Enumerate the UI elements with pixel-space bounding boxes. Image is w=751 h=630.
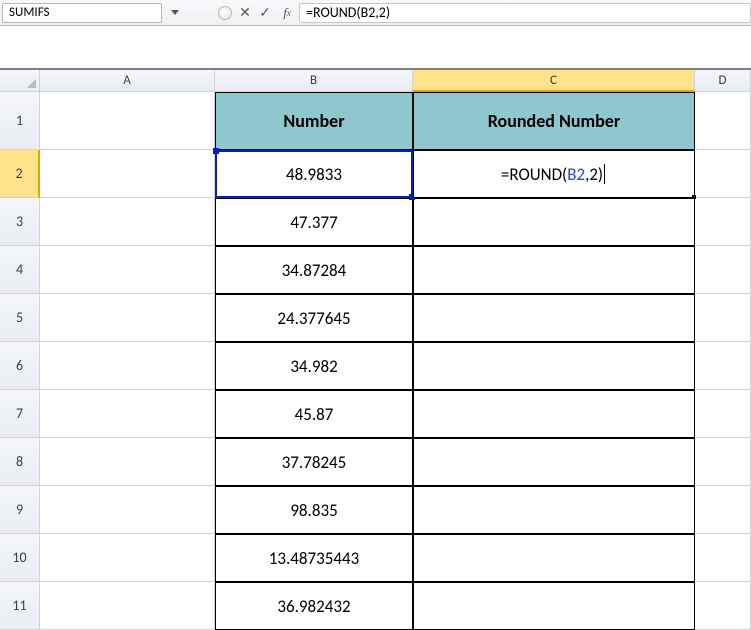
cell-C10[interactable]: [413, 534, 695, 582]
cell-B2[interactable]: 48.9833: [215, 150, 413, 198]
cell-A10[interactable]: [40, 534, 215, 582]
row-header-1[interactable]: 1: [0, 92, 40, 150]
cell-A4[interactable]: [40, 246, 215, 294]
cell-C6[interactable]: [413, 342, 695, 390]
cell-D9[interactable]: [695, 486, 751, 534]
formula-suffix: ,2): [585, 164, 603, 185]
row-header-5[interactable]: 5: [0, 294, 40, 342]
cell-C9[interactable]: [413, 486, 695, 534]
spreadsheet-grid[interactable]: A B C D 1 Number Rounded Number 2 48.983…: [0, 70, 751, 630]
cell-A2[interactable]: [40, 150, 215, 198]
range-selector-icon[interactable]: [218, 6, 232, 20]
cell-A8[interactable]: [40, 438, 215, 486]
cell-B10[interactable]: 13.48735443: [215, 534, 413, 582]
col-header-C[interactable]: C: [413, 70, 695, 92]
cell-C11[interactable]: [413, 582, 695, 630]
row-header-11[interactable]: 11: [0, 582, 40, 630]
cell-D5[interactable]: [695, 294, 751, 342]
row-header-3[interactable]: 3: [0, 198, 40, 246]
cell-A5[interactable]: [40, 294, 215, 342]
cell-B9[interactable]: 98.835: [215, 486, 413, 534]
cell-D4[interactable]: [695, 246, 751, 294]
row-header-4[interactable]: 4: [0, 246, 40, 294]
cell-A11[interactable]: [40, 582, 215, 630]
cell-C4[interactable]: [413, 246, 695, 294]
cell-D11[interactable]: [695, 582, 751, 630]
cell-B1[interactable]: Number: [215, 92, 413, 150]
row-header-6[interactable]: 6: [0, 342, 40, 390]
cell-A6[interactable]: [40, 342, 215, 390]
row-header-9[interactable]: 9: [0, 486, 40, 534]
cell-B4[interactable]: 34.87284: [215, 246, 413, 294]
cell-B11[interactable]: 36.982432: [215, 582, 413, 630]
formula-prefix: =ROUND(: [501, 164, 567, 185]
col-header-B[interactable]: B: [215, 70, 413, 92]
name-box-wrap: SUMIFS: [2, 3, 212, 23]
enter-icon[interactable]: ✓: [255, 3, 275, 23]
cell-B3[interactable]: 47.377: [215, 198, 413, 246]
cell-D8[interactable]: [695, 438, 751, 486]
row-header-10[interactable]: 10: [0, 534, 40, 582]
text-cursor: [604, 164, 605, 184]
select-all-corner[interactable]: [0, 70, 40, 92]
cell-D2[interactable]: [695, 150, 751, 198]
cell-A9[interactable]: [40, 486, 215, 534]
formula-ref: B2: [567, 164, 585, 185]
col-header-A[interactable]: A: [40, 70, 215, 92]
col-header-D[interactable]: D: [695, 70, 751, 92]
name-box[interactable]: SUMIFS: [2, 3, 162, 23]
ribbon-placeholder: [0, 26, 751, 70]
cell-D7[interactable]: [695, 390, 751, 438]
cell-C2[interactable]: =ROUND(B2,2): [413, 150, 695, 198]
cell-B5[interactable]: 24.377645: [215, 294, 413, 342]
cell-A3[interactable]: [40, 198, 215, 246]
cell-B6[interactable]: 34.982: [215, 342, 413, 390]
editing-formula: =ROUND(B2,2): [501, 164, 607, 185]
fx-icon[interactable]: fx: [275, 3, 299, 23]
cell-C1[interactable]: Rounded Number: [413, 92, 695, 150]
cell-B7[interactable]: 45.87: [215, 390, 413, 438]
row-header-8[interactable]: 8: [0, 438, 40, 486]
cancel-icon[interactable]: ✕: [235, 3, 255, 23]
cell-D6[interactable]: [695, 342, 751, 390]
cell-B8[interactable]: 37.78245: [215, 438, 413, 486]
cell-C3[interactable]: [413, 198, 695, 246]
name-box-dropdown[interactable]: [166, 4, 184, 22]
cell-D3[interactable]: [695, 198, 751, 246]
cell-A1[interactable]: [40, 92, 215, 150]
cell-C7[interactable]: [413, 390, 695, 438]
row-header-7[interactable]: 7: [0, 390, 40, 438]
cell-D1[interactable]: [695, 92, 751, 150]
cell-D10[interactable]: [695, 534, 751, 582]
cell-C5[interactable]: [413, 294, 695, 342]
formula-input[interactable]: =ROUND(B2,2): [299, 3, 751, 23]
row-header-2[interactable]: 2: [0, 150, 40, 198]
cell-C8[interactable]: [413, 438, 695, 486]
formula-bar: SUMIFS ✕ ✓ fx =ROUND(B2,2): [0, 0, 751, 26]
cell-A7[interactable]: [40, 390, 215, 438]
